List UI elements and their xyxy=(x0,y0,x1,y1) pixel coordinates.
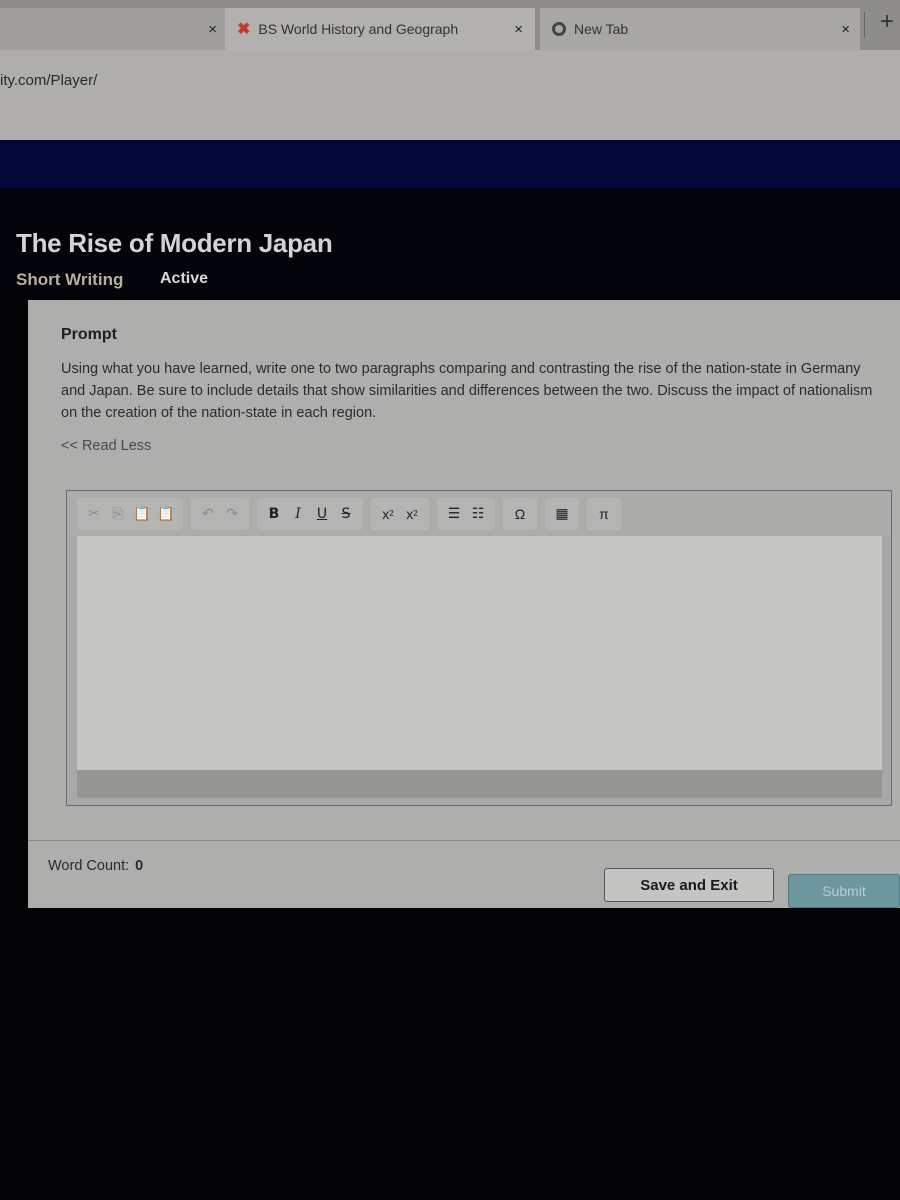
editor-toolbar: ✂ ⎘ 📋 📋 ↶ ↷ B I U S x2 x2 ☰ ☷ Ω ▦ π xyxy=(67,491,891,536)
url-text[interactable]: ity.com/Player/ xyxy=(0,72,97,89)
page-title: The Rise of Modern Japan xyxy=(16,228,333,258)
superscript-icon: x xyxy=(406,505,414,522)
word-count: Word Count: 0 xyxy=(48,858,143,874)
new-tab-button[interactable]: + xyxy=(880,8,894,36)
close-tab-icon[interactable]: × xyxy=(208,21,217,38)
insert-group-math: π xyxy=(587,497,621,530)
footer-divider xyxy=(28,840,900,841)
submit-button[interactable]: Submit xyxy=(788,874,900,908)
subscript-button[interactable]: x2 xyxy=(377,501,399,527)
undo-icon[interactable]: ↶ xyxy=(197,501,219,527)
redo-icon[interactable]: ↷ xyxy=(221,501,243,527)
italic-button[interactable]: I xyxy=(287,501,309,527)
editor-status-bar xyxy=(77,770,882,798)
history-group: ↶ ↷ xyxy=(191,497,249,530)
paste-icon[interactable]: 📋 xyxy=(131,501,153,527)
word-count-label: Word Count: xyxy=(48,858,130,874)
app-logo-icon: ✖ xyxy=(237,21,251,38)
response-textarea[interactable] xyxy=(77,536,882,770)
special-character-icon[interactable]: Ω xyxy=(509,501,531,527)
prompt-text: Using what you have learned, write one t… xyxy=(61,361,873,421)
script-group: x2 x2 xyxy=(371,497,429,530)
tab-title: BS World History and Geograph xyxy=(258,21,459,37)
close-tab-icon[interactable]: × xyxy=(514,21,523,38)
browser-tab[interactable]: × xyxy=(0,8,225,50)
numbered-list-icon[interactable]: ☰ xyxy=(443,501,465,527)
rich-text-editor: ✂ ⎘ 📋 📋 ↶ ↷ B I U S x2 x2 ☰ ☷ Ω ▦ π xyxy=(66,490,892,806)
tab-title: New Tab xyxy=(574,21,629,37)
table-icon[interactable]: ▦ xyxy=(551,501,573,527)
insert-group-table: ▦ xyxy=(545,497,579,530)
read-less-link[interactable]: << Read Less xyxy=(61,438,151,454)
superscript-button[interactable]: x2 xyxy=(401,501,423,527)
insert-group-char: Ω xyxy=(503,497,537,530)
activity-header: The Rise of Modern Japan Short Writing A… xyxy=(0,188,900,300)
browser-tabstrip: × ✖ BS World History and Geograph × New … xyxy=(0,0,900,50)
copy-icon[interactable]: ⎘ xyxy=(107,501,129,527)
list-group: ☰ ☷ xyxy=(437,497,495,530)
math-pi-icon[interactable]: π xyxy=(593,501,615,527)
cut-icon[interactable]: ✂ xyxy=(83,501,105,527)
subscript-icon: x xyxy=(382,505,390,522)
underline-button[interactable]: U xyxy=(311,501,333,527)
prompt-heading: Prompt xyxy=(61,326,117,343)
bullet-list-icon[interactable]: ☷ xyxy=(467,501,489,527)
format-group: B I U S xyxy=(257,497,363,530)
clipboard-group: ✂ ⎘ 📋 📋 xyxy=(77,497,183,530)
browser-tab-new-tab[interactable]: New Tab × xyxy=(540,8,860,50)
tab-divider xyxy=(864,12,865,38)
bold-button[interactable]: B xyxy=(263,501,285,527)
address-bar[interactable]: ity.com/Player/ xyxy=(0,50,900,140)
close-tab-icon[interactable]: × xyxy=(841,21,850,38)
app-top-bar xyxy=(0,140,900,188)
save-and-exit-button[interactable]: Save and Exit xyxy=(604,868,774,902)
paste-text-icon[interactable]: 📋 xyxy=(155,501,177,527)
word-count-value: 0 xyxy=(135,858,144,874)
activity-type-label: Short Writing xyxy=(16,270,124,289)
browser-tab-active[interactable]: ✖ BS World History and Geograph × xyxy=(225,8,535,50)
strikethrough-button[interactable]: S xyxy=(335,501,357,527)
activity-status: Active xyxy=(160,270,209,287)
activity-panel: Prompt Using what you have learned, writ… xyxy=(28,300,900,908)
chrome-icon xyxy=(552,22,566,36)
